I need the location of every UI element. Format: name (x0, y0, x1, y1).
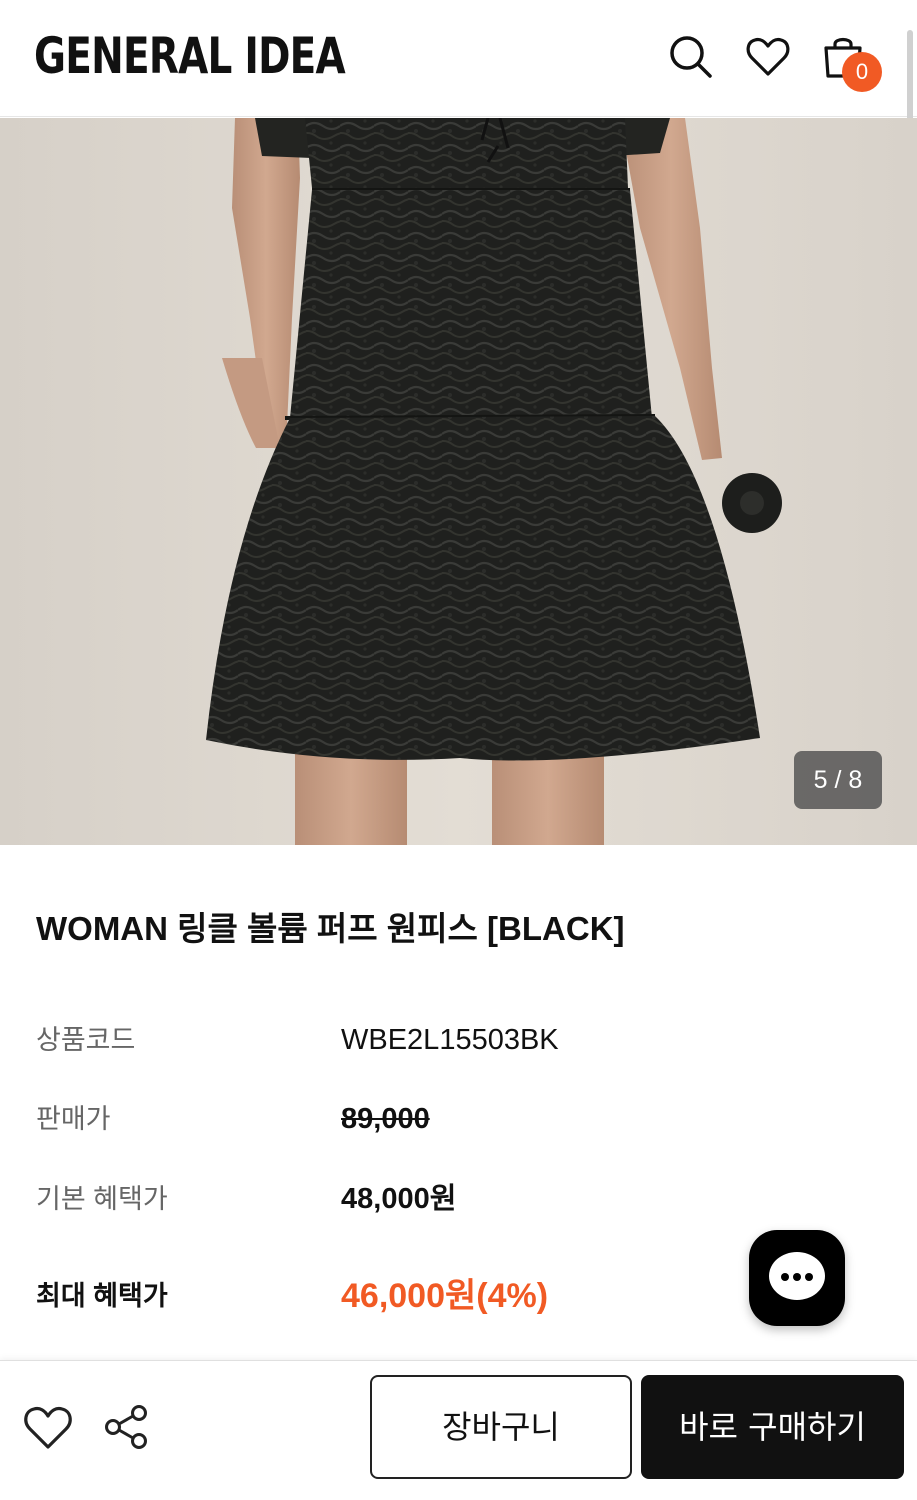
add-to-cart-button[interactable]: 장바구니 (370, 1375, 632, 1479)
product-image-gallery[interactable]: 5 / 8 (0, 118, 917, 845)
sale-price-row: 판매가 89,000 (36, 1097, 876, 1141)
basic-benefit-price: 48,000원 (341, 1183, 457, 1215)
product-title: WOMAN 링클 볼륨 퍼프 원피스 [BLACK] (36, 910, 625, 947)
cart-count-badge: 0 (842, 52, 882, 92)
share-icon[interactable] (101, 1401, 153, 1453)
basic-benefit-price-label: 기본 혜택가 (36, 1184, 168, 1214)
chat-bubble-icon (769, 1252, 825, 1300)
product-photo (0, 118, 917, 845)
wishlist-heart-icon[interactable] (22, 1401, 74, 1453)
bottom-action-bar: 장바구니 바로 구매하기 (0, 1360, 917, 1500)
max-benefit-price: 46,000원(4%) (341, 1277, 549, 1315)
original-price: 89,000 (341, 1103, 430, 1135)
product-code-row: 상품코드 WBE2L15503BK (36, 1018, 876, 1062)
brand-logo[interactable]: GENERAL IDEA (34, 28, 346, 84)
basic-benefit-price-row: 기본 혜택가 48,000원 (36, 1177, 876, 1221)
product-code-value: WBE2L15503BK (341, 1024, 559, 1056)
wishlist-heart-icon[interactable] (744, 32, 792, 80)
chat-dot (793, 1273, 801, 1281)
sale-price-label: 판매가 (36, 1104, 111, 1134)
buy-now-button[interactable]: 바로 구매하기 (641, 1375, 904, 1479)
max-benefit-price-label: 최대 혜택가 (36, 1281, 168, 1311)
search-icon[interactable] (666, 32, 714, 80)
chat-button[interactable] (749, 1230, 845, 1326)
product-code-label: 상품코드 (36, 1025, 136, 1055)
gallery-page-indicator: 5 / 8 (794, 751, 882, 809)
top-header: GENERAL IDEA 0 (0, 0, 917, 134)
chat-dot (781, 1273, 789, 1281)
chat-dot (805, 1273, 813, 1281)
